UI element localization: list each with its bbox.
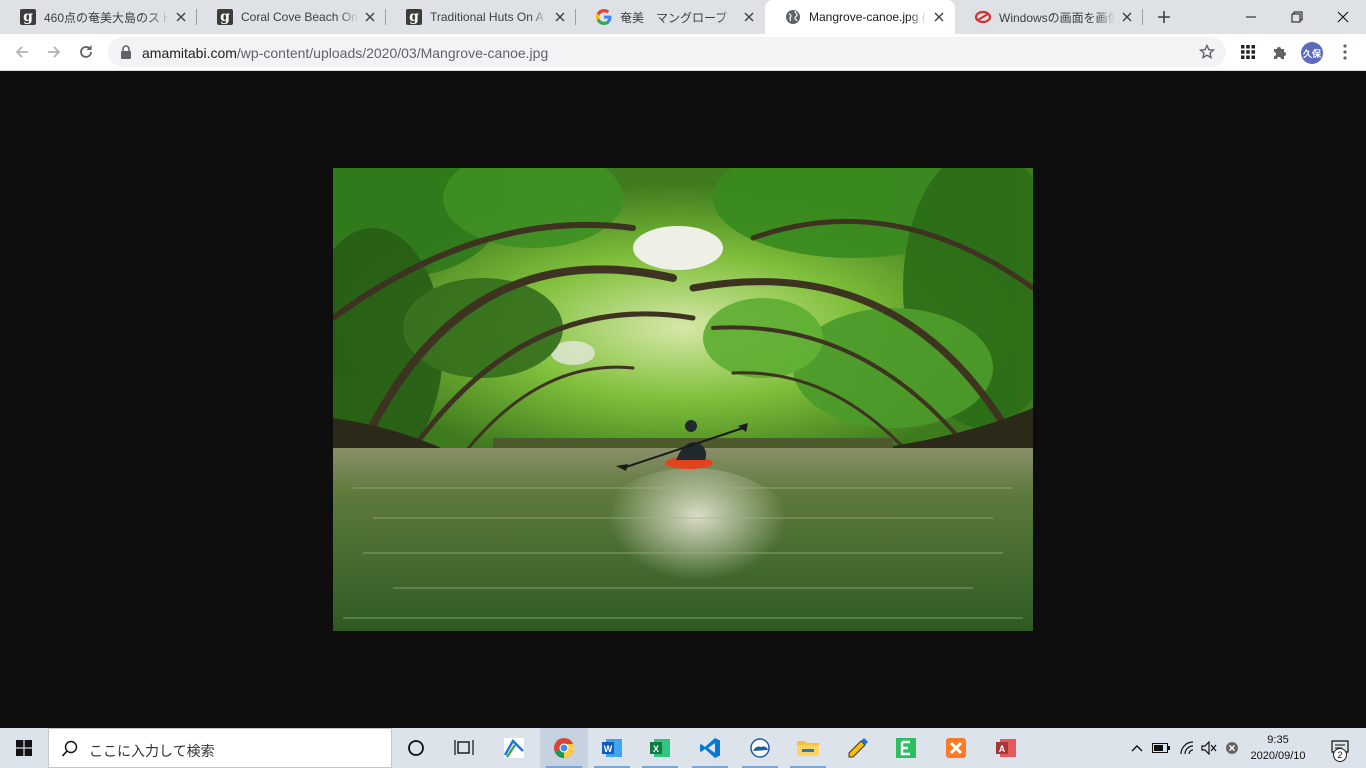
windows-taskbar: ここに入力して検索 W X A 9:35 2020/09/10 2 [0, 728, 1366, 768]
system-clock[interactable]: 9:35 2020/09/10 [1244, 732, 1312, 766]
browser-toolbar: amamitabi.com/wp-content/uploads/2020/03… [0, 34, 1366, 71]
task-view-icon[interactable] [440, 728, 488, 768]
restore-button[interactable] [1274, 0, 1320, 34]
extensions-puzzle-icon[interactable] [1269, 41, 1291, 63]
clock-time: 9:35 [1267, 734, 1289, 746]
windows-logo-icon [16, 740, 32, 756]
start-button[interactable] [0, 728, 48, 768]
reload-icon [80, 45, 92, 58]
speaker-muted-icon[interactable] [1198, 728, 1220, 768]
svg-text:A: A [999, 744, 1006, 754]
forward-button[interactable] [40, 38, 68, 66]
reload-button[interactable] [72, 38, 100, 66]
maps-icon[interactable] [490, 728, 538, 768]
xampp-icon[interactable] [932, 728, 980, 768]
url-text[interactable]: amamitabi.com/wp-content/uploads/2020/03… [142, 45, 548, 61]
new-tab-button[interactable] [1152, 5, 1176, 29]
close-icon[interactable] [1119, 9, 1135, 25]
tab-4[interactable]: 奄美 マングローブ 画像 [576, 0, 765, 34]
svg-text:X: X [653, 744, 659, 754]
minimize-button[interactable] [1228, 0, 1274, 34]
url-host: amamitabi.com [142, 45, 237, 61]
cortana-icon[interactable] [392, 728, 440, 768]
tab-3[interactable]: g Traditional Huts On A S [386, 0, 576, 34]
onedrive-icon[interactable] [736, 728, 784, 768]
svg-text:W: W [604, 744, 613, 754]
excel-icon[interactable]: X [636, 728, 684, 768]
lock-icon[interactable] [118, 44, 134, 60]
tab-strip: g 460点の奄美大島のストック g Coral Cove Beach On T… [0, 0, 1366, 34]
battery-icon[interactable] [1150, 728, 1172, 768]
mangrove-canoe-image[interactable] [333, 168, 1033, 631]
close-icon[interactable] [362, 9, 378, 25]
image-viewer [0, 71, 1366, 728]
close-icon[interactable] [173, 9, 189, 25]
close-window-button[interactable] [1320, 0, 1366, 34]
address-bar[interactable]: amamitabi.com/wp-content/uploads/2020/03… [108, 37, 1226, 67]
access-icon[interactable]: A [982, 728, 1030, 768]
bookmark-star-icon[interactable] [1198, 43, 1216, 61]
tab-title: 奄美 マングローブ 画像 [620, 10, 737, 25]
search-placeholder: ここに入力して検索 [89, 743, 215, 759]
close-icon[interactable] [931, 9, 947, 25]
tab-title: Windowsの画面を画像で [999, 10, 1115, 25]
word-icon[interactable]: W [588, 728, 636, 768]
profile-avatar[interactable]: 久保 [1301, 42, 1323, 64]
back-button[interactable] [8, 38, 36, 66]
g-square-icon: g [406, 9, 422, 25]
google-g-icon [596, 9, 612, 25]
g-square-icon: g [217, 9, 233, 25]
clock-date: 2020/09/10 [1250, 750, 1306, 762]
taskbar-search[interactable]: ここに入力して検索 [48, 728, 392, 768]
menu-kebab-icon[interactable] [1334, 41, 1356, 63]
close-icon[interactable] [552, 9, 568, 25]
tab-title: Mangrove-canoe.jpg (7 [809, 10, 927, 24]
tab-2[interactable]: g Coral Cove Beach On Th [197, 0, 386, 34]
file-explorer-icon[interactable] [784, 728, 832, 768]
plus-icon [1158, 11, 1170, 23]
tab-title: Traditional Huts On A S [430, 10, 548, 24]
wifi-icon[interactable] [1176, 728, 1198, 768]
apps-grid-icon[interactable] [1237, 41, 1259, 63]
url-path: /wp-content/uploads/2020/03/Mangrove-can… [236, 45, 549, 61]
close-icon[interactable] [741, 9, 757, 25]
tab-6[interactable]: Windowsの画面を画像で [955, 0, 1143, 34]
globe-icon [785, 9, 801, 25]
chevron-up-icon[interactable] [1128, 728, 1146, 768]
search-icon [61, 740, 78, 757]
arrow-right-icon [48, 46, 61, 58]
evernote-icon[interactable] [882, 728, 930, 768]
blocked-circle-icon[interactable] [1222, 728, 1242, 768]
red-swirl-icon [975, 9, 991, 25]
notification-badge: 2 [1333, 748, 1347, 762]
tab-1[interactable]: g 460点の奄美大島のストック [0, 0, 197, 34]
paint-tool-icon[interactable] [834, 728, 882, 768]
tab-5-active[interactable]: Mangrove-canoe.jpg (7 [765, 0, 955, 34]
tab-title: Coral Cove Beach On Th [241, 10, 358, 24]
arrow-left-icon [15, 46, 28, 58]
g-square-icon: g [20, 9, 36, 25]
chrome-icon[interactable] [540, 728, 588, 768]
tab-title: 460点の奄美大島のストック [44, 10, 169, 25]
vscode-icon[interactable] [686, 728, 734, 768]
